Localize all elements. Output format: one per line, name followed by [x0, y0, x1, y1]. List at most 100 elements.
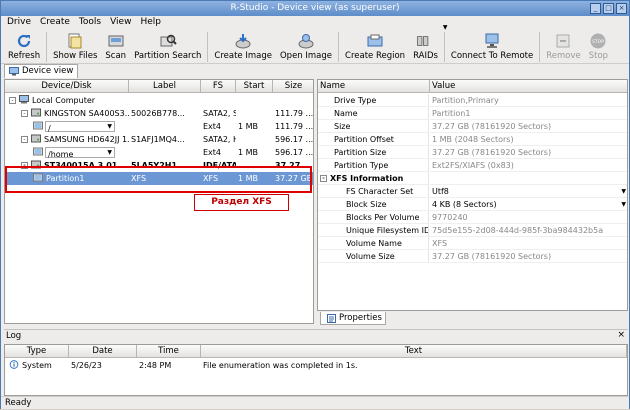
- property-value-cell: Ext2FS/XIAFS (0x83): [430, 159, 627, 172]
- close-window-button[interactable]: ×: [616, 3, 627, 14]
- device-label-cell: [129, 94, 201, 107]
- property-row[interactable]: Partition Offset 1 MB (2048 Sectors): [318, 133, 627, 146]
- column-header-value[interactable]: Value: [430, 80, 627, 93]
- property-row[interactable]: Partition Type Ext2FS/XIAFS (0x83): [318, 159, 627, 172]
- table-row[interactable]: - SAMSUNG HD642JJ 1... S1AFJ1MQ4... SATA2, …: [5, 133, 313, 146]
- column-header-size[interactable]: Size: [273, 80, 313, 93]
- property-row[interactable]: Name Partition1: [318, 107, 627, 120]
- scan-button[interactable]: Scan: [101, 30, 130, 64]
- create-image-button[interactable]: Create Image: [210, 30, 276, 64]
- property-name: FS Character Set: [346, 187, 414, 196]
- property-row[interactable]: Blocks Per Volume 9770240: [318, 211, 627, 224]
- log-column-header-date[interactable]: Date: [69, 345, 137, 358]
- collapse-toggle-icon[interactable]: -: [320, 175, 327, 182]
- log-date-cell: 5/26/23: [71, 361, 102, 370]
- open-image-button[interactable]: Open Image: [276, 30, 336, 64]
- device-name: SAMSUNG HD642JJ 1...: [44, 135, 129, 144]
- property-row[interactable]: Volume Name XFS: [318, 237, 627, 250]
- column-header-name[interactable]: Name: [318, 80, 430, 93]
- property-row[interactable]: Size 37.27 GB (78161920 Sectors): [318, 120, 627, 133]
- maximize-button[interactable]: □: [603, 3, 614, 14]
- log-column-header-text[interactable]: Text: [201, 345, 627, 358]
- chevron-down-icon[interactable]: ▼: [107, 122, 112, 132]
- log-close-button[interactable]: ×: [617, 330, 625, 340]
- tab-properties[interactable]: Properties: [320, 312, 386, 325]
- device-label-cell: 5LA5Y2H1: [131, 161, 178, 170]
- chevron-down-icon[interactable]: ▼: [107, 148, 112, 158]
- device-fs-cell: XFS: [203, 174, 219, 183]
- device-name: Local Computer: [32, 96, 96, 105]
- table-row[interactable]: - Local Computer: [5, 94, 313, 107]
- menu-drive[interactable]: Drive: [7, 16, 31, 29]
- device-start-cell: [236, 133, 273, 146]
- mount-point-combo[interactable]: /home ▼: [45, 147, 115, 159]
- menu-view[interactable]: View: [110, 16, 131, 29]
- property-value-cell[interactable]: Utf8 ▼: [430, 185, 627, 198]
- device-name-cell: - KINGSTON SA400S3...: [19, 107, 129, 120]
- menu-tools[interactable]: Tools: [79, 16, 101, 29]
- menu-help[interactable]: Help: [140, 16, 161, 29]
- property-row[interactable]: Block Size 4 KB (8 Sectors) ▼: [318, 198, 627, 211]
- property-row[interactable]: Volume Size 37.27 GB (78161920 Sectors): [318, 250, 627, 263]
- property-value: 9770240: [432, 213, 468, 222]
- expand-toggle-icon[interactable]: -: [21, 110, 28, 117]
- info-icon: [9, 360, 19, 369]
- table-row[interactable]: /home/home ▼ Ext4 1 MB 596.17 ...: [5, 146, 313, 159]
- device-fs-cell: SATA2, SSD: [203, 109, 236, 118]
- expand-toggle-icon[interactable]: -: [9, 97, 16, 104]
- property-value: 1 MB (2048 Sectors): [432, 135, 514, 144]
- show-files-button[interactable]: Show Files: [49, 30, 101, 64]
- chevron-down-icon[interactable]: ▼: [621, 198, 626, 210]
- tab-properties-label: Properties: [339, 313, 382, 323]
- log-column-header-time[interactable]: Time: [137, 345, 201, 358]
- property-name: Volume Name: [346, 239, 402, 248]
- column-header-start[interactable]: Start: [236, 80, 273, 93]
- property-value: 75d5e155-2d08-444d-985f-3ba984432b5a: [432, 226, 604, 235]
- device-size-cell: 37.27 GB: [275, 174, 313, 183]
- column-header-label[interactable]: Label: [129, 80, 201, 93]
- expand-toggle-icon[interactable]: -: [21, 136, 28, 143]
- partition-icon: [33, 121, 43, 130]
- expand-toggle-icon[interactable]: -: [21, 162, 28, 169]
- annotation-callout: Раздел XFS: [194, 194, 289, 211]
- create-region-button[interactable]: Create Region: [341, 30, 409, 64]
- table-row[interactable]: //▼ Ext4 1 MB 111.79 ...: [5, 120, 313, 133]
- property-value-cell[interactable]: 4 KB (8 Sectors) ▼: [430, 198, 627, 211]
- minimize-button[interactable]: _: [590, 3, 601, 14]
- property-value-cell: 75d5e155-2d08-444d-985f-3ba984432b5a: [430, 224, 627, 237]
- connect-to-remote-button[interactable]: Connect To Remote: [447, 30, 537, 64]
- log-text-cell: File enumeration was completed in 1s.: [203, 361, 358, 370]
- chevron-down-icon[interactable]: ▼: [621, 185, 626, 197]
- device-label-cell: [129, 146, 201, 159]
- remove-button[interactable]: Remove: [542, 30, 585, 64]
- property-value-cell: XFS: [430, 237, 627, 250]
- window-controls: _ □ ×: [590, 3, 627, 14]
- column-header-devicedisk[interactable]: Device/Disk: [5, 80, 129, 93]
- log-row[interactable]: System 5/26/23 2:48 PM File enumeration was…: [5, 359, 627, 372]
- table-row[interactable]: - ST340015A 3.01 5LA5Y2H1 IDE/ATAPI, HDD 37.…: [5, 159, 313, 172]
- property-row[interactable]: Unique Filesystem ID 75d5e155-2d08-444d-9…: [318, 224, 627, 237]
- property-value: 4 KB (8 Sectors): [432, 200, 497, 209]
- table-row[interactable]: - KINGSTON SA400S3...50026B778... SATA2, S…: [5, 107, 313, 120]
- property-row[interactable]: Partition Size 37.27 GB (78161920 Sectors…: [318, 146, 627, 159]
- property-value: 37.27 GB (78161920 Sectors): [432, 122, 552, 131]
- property-row[interactable]: - XFS Information: [318, 172, 627, 185]
- menu-create[interactable]: Create: [40, 16, 70, 29]
- connect-remote-icon: [483, 32, 501, 50]
- toolbar-label: Remove: [546, 51, 581, 61]
- svg-text:STOP: STOP: [592, 39, 604, 45]
- log-type-cell: System: [7, 359, 69, 372]
- table-row[interactable]: Partition1 XFS XFS 1 MB 37.27 GB: [5, 172, 313, 185]
- tab-device-view[interactable]: Device view: [4, 64, 78, 78]
- column-header-fs[interactable]: FS: [201, 80, 236, 93]
- property-name: XFS Information: [330, 174, 404, 183]
- refresh-button[interactable]: Refresh: [4, 30, 44, 64]
- log-column-header-type[interactable]: Type: [5, 345, 69, 358]
- partition-search-button[interactable]: Partition Search: [130, 30, 205, 64]
- stop-button[interactable]: STOP Stop: [585, 30, 612, 64]
- raids-button[interactable]: ▼ RAIDs: [409, 24, 447, 64]
- property-row[interactable]: FS Character Set Utf8 ▼: [318, 185, 627, 198]
- mount-point-combo[interactable]: / ▼: [45, 121, 115, 133]
- property-row[interactable]: Drive Type Partition,Primary: [318, 94, 627, 107]
- raids-dropdown-icon[interactable]: ▼: [443, 24, 448, 31]
